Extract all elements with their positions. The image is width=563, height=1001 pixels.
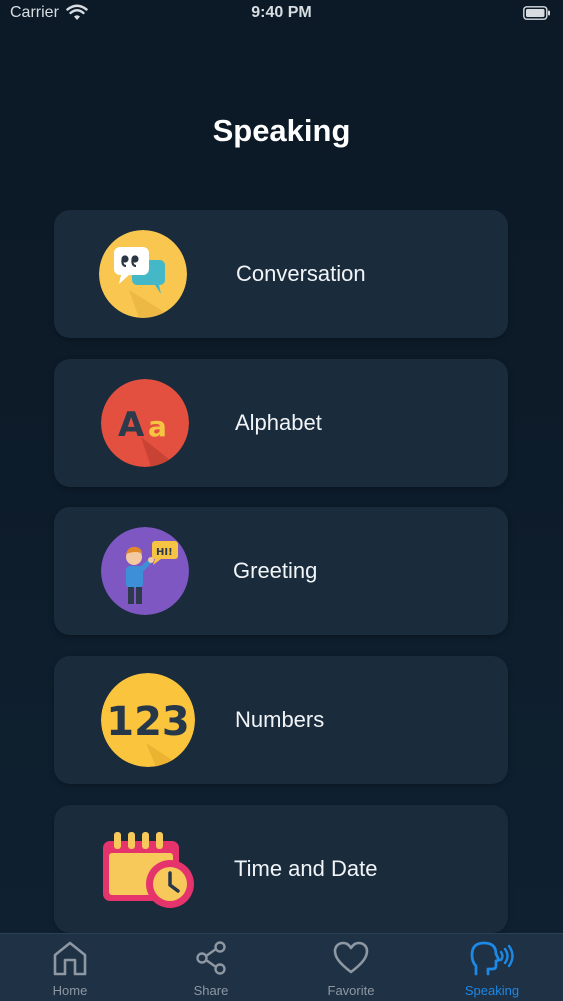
category-card-conversation[interactable]: Conversation (54, 210, 508, 338)
category-card-numbers[interactable]: 123 Numbers (54, 656, 508, 784)
tab-speaking[interactable]: Speaking (422, 934, 562, 1001)
category-card-greeting[interactable]: HI! Greeting (54, 507, 508, 635)
category-card-alphabet[interactable]: A a Alphabet (54, 359, 508, 487)
tab-share[interactable]: Share (141, 934, 281, 1001)
tab-label: Favorite (327, 983, 375, 998)
category-label: Greeting (233, 558, 318, 583)
svg-text:A: A (118, 405, 145, 445)
svg-text:a: a (148, 410, 167, 443)
tab-bar: Home Share Favorite Speaking (0, 933, 563, 1001)
clock-label: 9:40 PM (251, 4, 312, 21)
svg-text:HI!: HI! (156, 547, 173, 558)
tab-home[interactable]: Home (0, 934, 140, 1001)
speech-bubbles-icon (99, 230, 187, 318)
category-card-time-and-date[interactable]: Time and Date (54, 805, 508, 933)
speaking-head-icon (470, 941, 514, 976)
calendar-clock-icon (100, 829, 194, 917)
numbers-123-icon: 123 (101, 673, 195, 767)
category-label: Alphabet (235, 410, 322, 435)
person-hi-icon: HI! (101, 527, 189, 615)
tab-favorite[interactable]: Favorite (281, 934, 421, 1001)
heart-icon (333, 941, 369, 974)
tab-label: Share (193, 983, 229, 998)
status-bar: Carrier 9:40 PM (0, 0, 563, 30)
category-label: Time and Date (234, 856, 378, 881)
home-icon (53, 941, 87, 976)
tab-label: Speaking (464, 983, 520, 998)
tab-label: Home (52, 983, 88, 998)
page-title: Speaking (212, 113, 351, 148)
letters-aa-icon: A a (101, 379, 189, 467)
share-icon (196, 941, 226, 975)
battery-icon (523, 6, 550, 20)
svg-text:123: 123 (106, 699, 190, 745)
category-label: Conversation (236, 261, 366, 286)
category-label: Numbers (235, 707, 325, 732)
